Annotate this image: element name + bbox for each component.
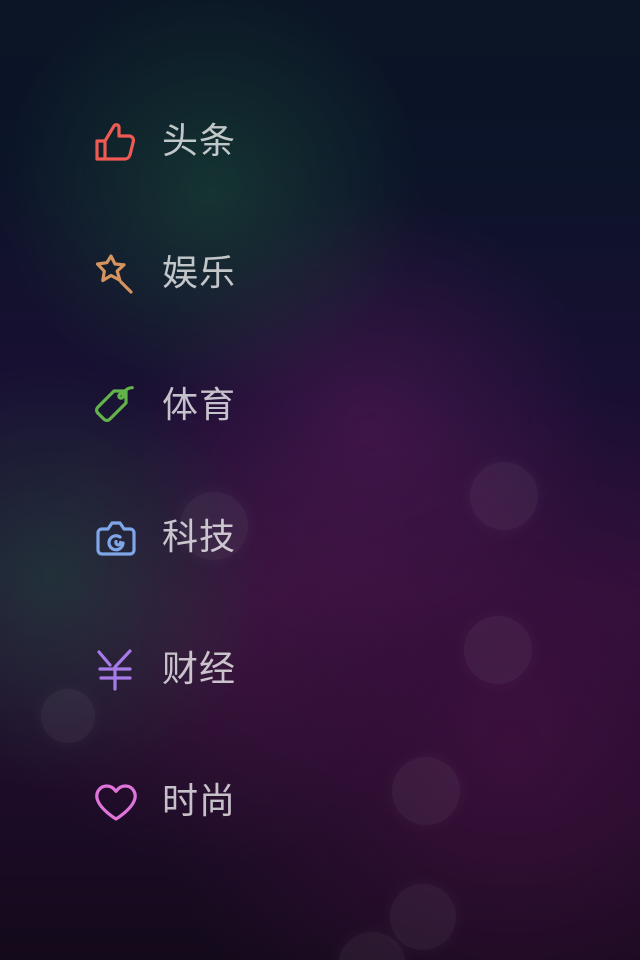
menu-label-finance: 财经	[162, 649, 237, 690]
menu-label-fashion: 时尚	[162, 781, 237, 822]
menu-label-entertainment: 娱乐	[162, 253, 237, 294]
menu-item-sports[interactable]: 体育	[90, 374, 350, 438]
menu-label-sports: 体育	[162, 385, 237, 426]
menu-label-headlines: 头条	[162, 121, 237, 162]
yen-icon	[90, 644, 142, 696]
camera-icon	[90, 512, 142, 564]
menu-item-headlines[interactable]: 头条	[90, 110, 350, 174]
heart-icon	[90, 776, 142, 828]
star-wand-icon	[90, 248, 142, 300]
channel-menu: 头条 娱乐 体育 科技 财经 时尚	[0, 0, 640, 960]
menu-item-entertainment[interactable]: 娱乐	[90, 242, 350, 306]
menu-label-technology: 科技	[162, 517, 237, 558]
thumbs-up-icon	[90, 116, 142, 168]
tag-icon	[90, 380, 142, 432]
menu-item-technology[interactable]: 科技	[90, 506, 350, 570]
menu-item-fashion[interactable]: 时尚	[90, 770, 350, 834]
menu-item-finance[interactable]: 财经	[90, 638, 350, 702]
